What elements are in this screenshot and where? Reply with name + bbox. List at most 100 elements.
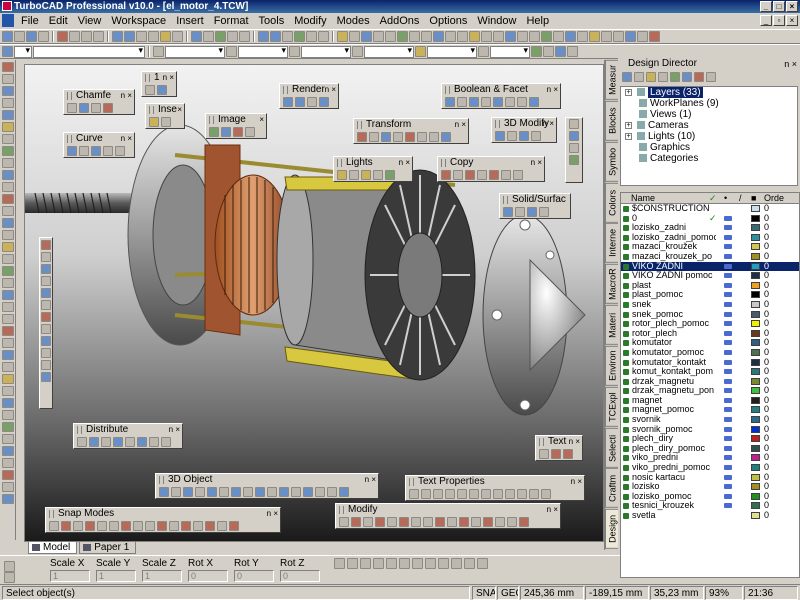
close-icon[interactable]: n × bbox=[163, 72, 174, 83]
tree-node[interactable]: WorkPlanes (9) bbox=[621, 98, 797, 109]
menu-item[interactable]: Workspace bbox=[106, 13, 171, 29]
curve-palette[interactable]: Curve n × bbox=[63, 132, 135, 158]
layer-color-swatch[interactable] bbox=[751, 454, 760, 462]
layer-row[interactable]: snek_pomoc 0 bbox=[621, 309, 799, 320]
width-icon[interactable] bbox=[226, 46, 237, 57]
document-icon[interactable] bbox=[2, 14, 14, 27]
visibility-icon[interactable] bbox=[724, 225, 732, 231]
visibility-icon[interactable] bbox=[724, 292, 732, 298]
visibility-icon[interactable] bbox=[724, 465, 732, 471]
layer-color-swatch[interactable] bbox=[751, 444, 760, 452]
tool-icon[interactable] bbox=[1, 458, 14, 468]
visibility-icon[interactable] bbox=[724, 311, 732, 317]
layer-color-swatch[interactable] bbox=[751, 473, 760, 481]
toolbar-button-icon[interactable] bbox=[282, 31, 293, 42]
layer-color-swatch[interactable] bbox=[751, 377, 760, 385]
geo-indicator[interactable]: GEO bbox=[497, 586, 519, 600]
close-button[interactable]: × bbox=[786, 1, 798, 12]
toolbar-button-icon[interactable] bbox=[93, 31, 104, 42]
close-icon[interactable]: n × bbox=[121, 133, 132, 144]
settings-icon[interactable] bbox=[682, 72, 692, 82]
layer-color-swatch[interactable] bbox=[751, 291, 760, 299]
view-icon[interactable] bbox=[543, 46, 554, 57]
active-check-icon[interactable]: ✓ bbox=[709, 213, 717, 224]
tool-icon[interactable] bbox=[1, 410, 14, 420]
visibility-icon[interactable] bbox=[724, 484, 732, 490]
layer-row[interactable]: plast 0 bbox=[621, 280, 799, 291]
field-input[interactable]: 0 bbox=[188, 570, 228, 582]
distribute-palette[interactable]: Distribute n × bbox=[73, 423, 183, 449]
pen-dropdown[interactable] bbox=[14, 45, 32, 58]
tool-icon[interactable] bbox=[1, 86, 14, 96]
toolbar-button-icon[interactable] bbox=[361, 31, 372, 42]
select-mode-icon[interactable] bbox=[425, 558, 436, 569]
boolean-facet-palette[interactable]: Boolean & Facet n × bbox=[441, 83, 561, 109]
tool-icon[interactable] bbox=[1, 326, 14, 336]
layer-row[interactable]: svornik 0 bbox=[621, 414, 799, 425]
layer-color-swatch[interactable] bbox=[751, 214, 760, 222]
tool-icon[interactable] bbox=[1, 314, 14, 324]
tree-node[interactable]: + Layers (33) bbox=[621, 87, 797, 98]
render-icon[interactable] bbox=[555, 46, 566, 57]
visibility-icon[interactable] bbox=[724, 234, 732, 240]
tool-icon[interactable] bbox=[1, 374, 14, 384]
toolbar-button-icon[interactable] bbox=[565, 31, 576, 42]
linewidth-dropdown[interactable] bbox=[238, 45, 288, 58]
close-icon[interactable]: n × bbox=[365, 474, 376, 485]
layer-row[interactable]: tesnici_krouzek 0 bbox=[621, 501, 799, 511]
pattern-dropdown[interactable] bbox=[490, 45, 530, 58]
visibility-icon[interactable] bbox=[724, 455, 732, 461]
layer-color-swatch[interactable] bbox=[751, 425, 760, 433]
toolbar-button-icon[interactable] bbox=[649, 31, 660, 42]
lock-icon[interactable] bbox=[4, 561, 15, 572]
toolbar-button-icon[interactable] bbox=[577, 31, 588, 42]
layer-color-swatch[interactable] bbox=[751, 233, 760, 241]
toolbar-button-icon[interactable] bbox=[14, 31, 25, 42]
close-icon[interactable]: n × bbox=[571, 476, 582, 487]
visibility-icon[interactable] bbox=[724, 244, 732, 250]
toolbar-button-icon[interactable] bbox=[481, 31, 492, 42]
tree-node[interactable]: Views (1) bbox=[621, 109, 797, 120]
toolbar-button-icon[interactable] bbox=[625, 31, 636, 42]
layer-row[interactable]: lozisko_zadni 0 bbox=[621, 223, 799, 233]
toolbar-button-icon[interactable] bbox=[148, 31, 159, 42]
visibility-icon[interactable] bbox=[724, 359, 732, 365]
tool-icon[interactable] bbox=[1, 494, 14, 504]
brush-dropdown[interactable] bbox=[364, 45, 414, 58]
close-icon[interactable]: n × bbox=[543, 118, 554, 129]
layer-color-swatch[interactable] bbox=[751, 339, 760, 347]
side-tab[interactable]: Interne bbox=[605, 223, 619, 264]
toolbar-button-icon[interactable] bbox=[203, 31, 214, 42]
visibility-icon[interactable] bbox=[724, 397, 732, 403]
maximize-button[interactable]: □ bbox=[773, 1, 785, 12]
tool-icon[interactable] bbox=[1, 242, 14, 252]
layer-row[interactable]: VIKO ZADNI 0 bbox=[621, 261, 799, 272]
select-mode-icon[interactable] bbox=[438, 558, 449, 569]
tool-icon[interactable] bbox=[1, 110, 14, 120]
layer-row[interactable]: svetla 0 bbox=[621, 510, 799, 521]
chamfer-palette[interactable]: Chamfe n × bbox=[63, 89, 135, 115]
visibility-icon[interactable] bbox=[724, 426, 732, 432]
toolbar-button-icon[interactable] bbox=[215, 31, 226, 42]
toolbar-button-icon[interactable] bbox=[409, 31, 420, 42]
layer-row[interactable]: svornik_pomoc 0 bbox=[621, 424, 799, 435]
toolbar-button-icon[interactable] bbox=[505, 31, 516, 42]
menu-item[interactable]: Window bbox=[472, 13, 521, 29]
layer-color-swatch[interactable] bbox=[751, 406, 760, 414]
draw-palette[interactable] bbox=[39, 237, 53, 409]
brush-icon[interactable] bbox=[352, 46, 363, 57]
layer-color-swatch[interactable] bbox=[751, 320, 760, 328]
visibility-icon[interactable] bbox=[724, 474, 732, 480]
side-tab[interactable]: Environ bbox=[605, 345, 619, 386]
select-mode-icon[interactable] bbox=[334, 558, 345, 569]
field-input[interactable]: 1 bbox=[96, 570, 136, 582]
side-tab[interactable]: Materi bbox=[605, 305, 619, 345]
field-input[interactable]: 1 bbox=[142, 570, 182, 582]
tool-icon[interactable] bbox=[1, 434, 14, 444]
minimize-button[interactable]: _ bbox=[760, 1, 772, 12]
tool-icon[interactable] bbox=[1, 74, 14, 84]
toolbar-button-icon[interactable] bbox=[294, 31, 305, 42]
layer-color-swatch[interactable] bbox=[751, 512, 760, 519]
close-icon[interactable]: n × bbox=[569, 436, 580, 447]
tool-icon[interactable] bbox=[1, 338, 14, 348]
